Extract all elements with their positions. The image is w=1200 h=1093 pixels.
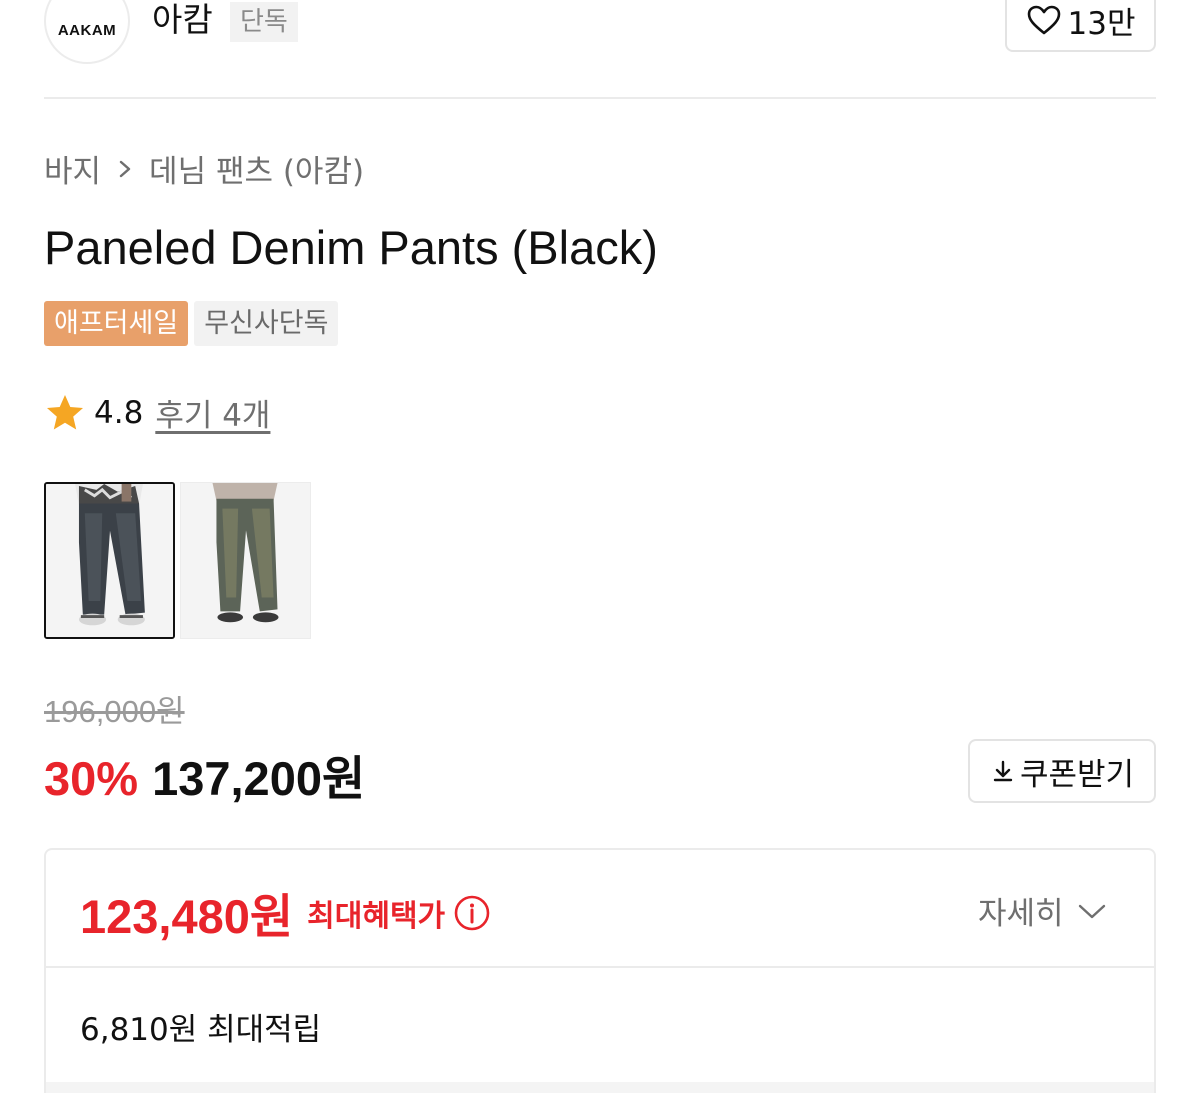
max-benefit-price: 123,480원 bbox=[80, 890, 294, 943]
header-divider bbox=[44, 97, 1156, 99]
breadcrumb-category[interactable]: 바지 bbox=[44, 146, 101, 191]
max-points: 6,810원 최대적립 bbox=[80, 1012, 322, 1048]
max-benefit-label: 최대혜택가 bbox=[307, 898, 446, 934]
rating: 4.8 후기 4개 bbox=[44, 390, 270, 435]
benefit-divider bbox=[46, 966, 1154, 968]
download-icon bbox=[993, 760, 1013, 782]
coupon-label: 쿠폰받기 bbox=[1019, 756, 1135, 793]
heart-icon bbox=[1027, 5, 1060, 35]
like-button[interactable]: 13만 bbox=[1005, 0, 1156, 52]
brand-name[interactable]: 아캄 bbox=[152, 0, 213, 40]
discount-rate: 30% bbox=[44, 752, 139, 805]
benefit-bottom-strip bbox=[46, 1082, 1154, 1093]
star-icon bbox=[47, 394, 83, 429]
coupon-download-button[interactable]: 쿠폰받기 bbox=[968, 739, 1156, 803]
brand-logo-text: AAKAM bbox=[57, 21, 117, 39]
info-icon[interactable] bbox=[453, 894, 491, 932]
sale-price: 137,200원 bbox=[152, 752, 366, 805]
product-tags: 애프터세일 무신사단독 bbox=[44, 301, 339, 346]
max-benefit-box: 123,480원 최대혜택가 자세히 6,810원 최대적립 bbox=[44, 848, 1156, 1093]
rating-value: 4.8 bbox=[94, 394, 144, 431]
breadcrumb-subcategory[interactable]: 데님 팬츠 (아캄) bbox=[149, 146, 364, 191]
like-count: 13만 bbox=[1067, 5, 1136, 42]
original-price: 196,000원 bbox=[44, 694, 185, 729]
product-thumbnail-2[interactable] bbox=[180, 482, 311, 639]
tag-after-sale: 애프터세일 bbox=[44, 301, 189, 346]
review-count-link[interactable]: 후기 4개 bbox=[155, 390, 270, 435]
product-thumbnail-1[interactable] bbox=[44, 482, 175, 639]
chevron-right-icon bbox=[119, 160, 131, 177]
brand-logo[interactable]: AAKAM bbox=[44, 0, 130, 64]
price-row: 30% 137,200원 bbox=[44, 740, 365, 809]
tag-musinsa-exclusive: 무신사단독 bbox=[194, 301, 339, 346]
breadcrumb: 바지 데님 팬츠 (아캄) bbox=[44, 146, 364, 191]
max-benefit-summary: 123,480원 최대혜택가 bbox=[80, 878, 491, 947]
details-toggle[interactable]: 자세히 bbox=[978, 888, 1108, 933]
details-label: 자세히 bbox=[978, 896, 1064, 932]
brand-exclusive-badge: 단독 bbox=[230, 2, 298, 42]
product-title: Paneled Denim Pants (Black) bbox=[44, 221, 658, 274]
chevron-down-icon bbox=[1078, 904, 1105, 918]
